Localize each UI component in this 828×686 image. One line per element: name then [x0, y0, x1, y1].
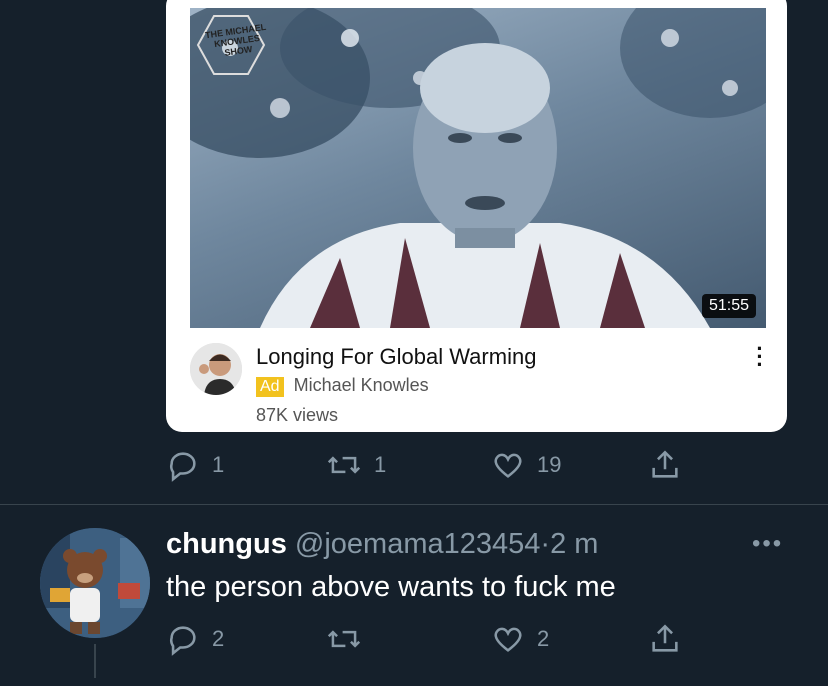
- like-count: 2: [537, 626, 550, 651]
- tweet-header: chungus @joemama123454·2 m: [166, 528, 598, 561]
- share-button[interactable]: [648, 448, 682, 482]
- share-button[interactable]: [648, 622, 682, 656]
- user-handle[interactable]: @joemama123454: [295, 528, 540, 560]
- ad-badge: Ad: [256, 377, 284, 397]
- share-icon: [652, 624, 678, 652]
- thumbnail-scene: [190, 8, 766, 328]
- tweet1-action-bar: 1 1 19: [166, 448, 706, 488]
- user-avatar[interactable]: [40, 528, 150, 638]
- reply-count: 2: [212, 626, 225, 651]
- retweet-count: 1: [374, 452, 387, 477]
- more-vertical-icon[interactable]: · · ·: [753, 338, 767, 376]
- like-button[interactable]: 19: [491, 448, 561, 482]
- reply-count: 1: [212, 452, 225, 477]
- channel-name[interactable]: Michael Knowles: [294, 375, 429, 395]
- tweet2-action-bar: 2 2: [166, 622, 706, 662]
- reply-icon: [170, 626, 196, 656]
- tweet-time[interactable]: 2 m: [550, 528, 598, 560]
- view-count: 87K views: [256, 405, 339, 425]
- like-icon: [494, 453, 522, 478]
- thread-line: [94, 644, 96, 678]
- retweet-icon: [327, 456, 361, 474]
- display-name[interactable]: chungus: [166, 528, 287, 560]
- like-button[interactable]: 2: [491, 622, 549, 656]
- tweet-divider: [0, 504, 828, 505]
- retweet-button[interactable]: 1: [326, 448, 386, 482]
- show-logo: THE MICHAEL KNOWLES SHOW: [196, 14, 267, 76]
- retweet-button[interactable]: [326, 622, 374, 656]
- video-ad-card[interactable]: THE MICHAEL KNOWLES SHOW 51:55 Longing F…: [166, 0, 787, 432]
- tweet-text: the person above wants to fuck me: [166, 571, 616, 603]
- reply-icon: [170, 452, 196, 482]
- reply-button[interactable]: 2: [166, 622, 224, 656]
- video-duration: 51:55: [701, 294, 756, 318]
- like-icon: [494, 627, 522, 652]
- retweet-icon: [327, 630, 361, 648]
- video-title[interactable]: Longing For Global Warming: [256, 344, 536, 370]
- separator-dot: ·: [540, 528, 551, 560]
- share-icon: [652, 450, 678, 478]
- ad-channel-line: Ad Michael Knowles: [256, 375, 429, 397]
- channel-avatar[interactable]: [190, 343, 242, 395]
- video-thumbnail[interactable]: THE MICHAEL KNOWLES SHOW 51:55: [190, 8, 766, 328]
- more-horizontal-icon[interactable]: •••: [752, 530, 783, 558]
- like-count: 19: [537, 452, 562, 477]
- reply-button[interactable]: 1: [166, 448, 224, 482]
